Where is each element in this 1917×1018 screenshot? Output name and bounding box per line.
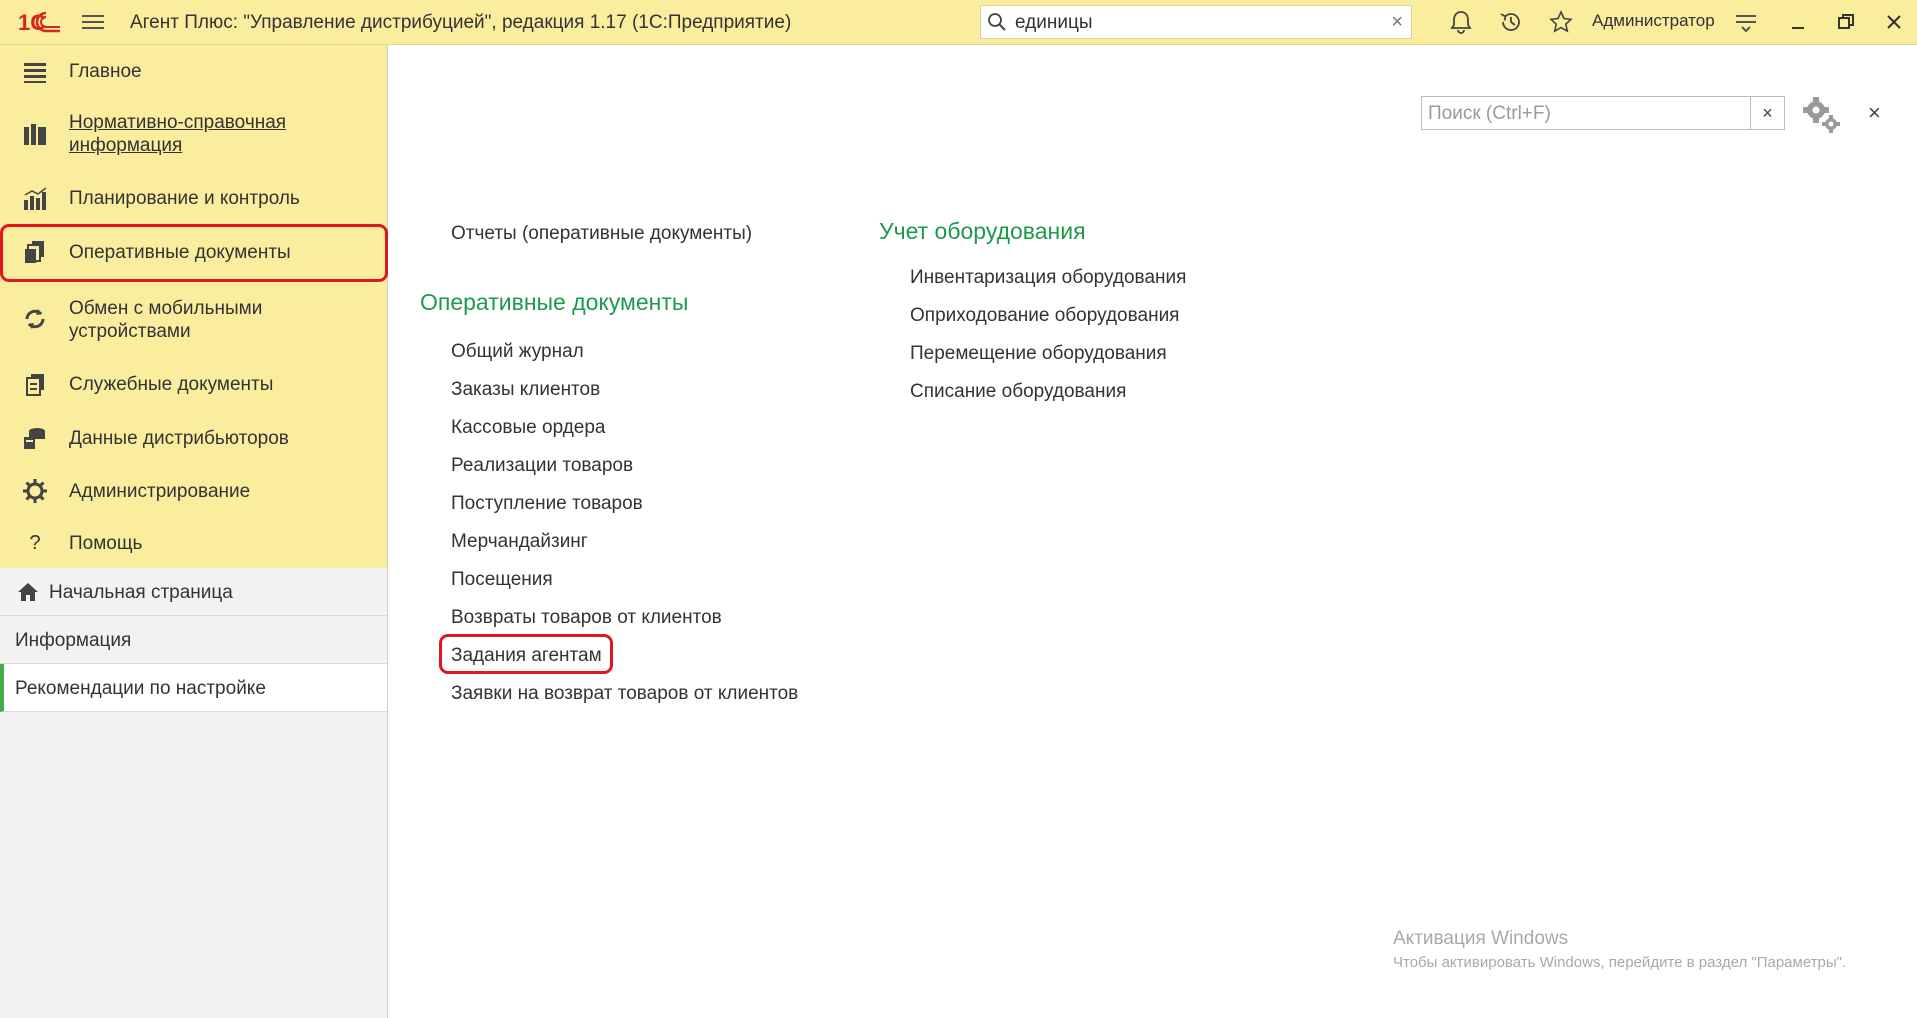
title-bar: 1С Агент Плюс: "Управление дистрибуцией"…	[0, 0, 1917, 45]
nav-label: Информация	[15, 630, 132, 651]
section-label: Главное	[69, 61, 142, 82]
group-equipment-title: Учет оборудования	[879, 218, 1086, 244]
cmd-visits[interactable]: Посещения	[451, 569, 553, 591]
section-label: Администрирование	[69, 481, 251, 502]
close-form-icon[interactable]: ×	[1868, 100, 1881, 126]
cmd-equipment-posting[interactable]: Оприходование оборудования	[910, 305, 1179, 327]
minimize-icon[interactable]	[1785, 9, 1811, 35]
cmd-return-requests[interactable]: Заявки на возврат товаров от клиентов	[451, 683, 798, 705]
search-field[interactable]	[1421, 96, 1751, 130]
history-icon[interactable]	[1498, 9, 1524, 35]
settings-menu-icon[interactable]	[1733, 9, 1759, 35]
bar-chart-icon	[24, 187, 47, 210]
nav-label: Рекомендации по настройке	[15, 678, 266, 699]
search-clear-button[interactable]: ×	[1751, 96, 1785, 130]
cmd-customer-orders[interactable]: Заказы клиентов	[451, 379, 600, 401]
section-administration[interactable]: Администрирование	[0, 465, 387, 518]
clear-search-icon[interactable]: ×	[1391, 11, 1403, 33]
sections-panel: Главное Нормативно-справочная информация…	[0, 45, 388, 568]
section-highlight-annotation	[0, 224, 388, 282]
windows-activation-subtitle: Чтобы активировать Windows, перейдите в …	[1393, 954, 1847, 971]
section-label: Обмен с мобильными устройствами	[69, 298, 263, 342]
home-icon	[18, 583, 38, 601]
section-mobile-exchange[interactable]: Обмен с мобильными устройствами	[0, 280, 387, 359]
section-main[interactable]: Главное	[0, 45, 387, 97]
list-icon	[24, 63, 46, 83]
distributor-icon	[24, 428, 45, 449]
help-icon: ?	[29, 532, 41, 554]
cmd-goods-receipt[interactable]: Поступление товаров	[451, 493, 643, 515]
sync-icon	[25, 309, 45, 329]
app-title: Агент Плюс: "Управление дистрибуцией", р…	[130, 12, 792, 33]
sidebar: Главное Нормативно-справочная информация…	[0, 45, 388, 1018]
books-icon	[24, 124, 46, 145]
section-label: Служебные документы	[69, 374, 274, 395]
user-name[interactable]: Администратор	[1592, 11, 1715, 31]
cmd-merchandising[interactable]: Мерчандайзинг	[451, 531, 588, 553]
1c-logo-icon[interactable]: 1С	[16, 9, 64, 35]
cmd-sales[interactable]: Реализации товаров	[451, 455, 633, 477]
section-label: Нормативно-справочная информация	[69, 112, 287, 156]
nav-label: Начальная страница	[49, 582, 233, 603]
cmd-equipment-inventory[interactable]: Инвентаризация оборудования	[910, 267, 1186, 289]
close-window-icon[interactable]	[1881, 9, 1907, 35]
section-help[interactable]: ? Помощь	[0, 518, 387, 568]
settings-gear-icon[interactable]	[1799, 95, 1841, 133]
reports-link[interactable]: Отчеты (оперативные документы)	[451, 223, 752, 245]
nav-recommendations[interactable]: Рекомендации по настройке	[0, 664, 387, 712]
cmd-equipment-transfer[interactable]: Перемещение оборудования	[910, 343, 1167, 365]
section-planning[interactable]: Планирование и контроль	[0, 173, 387, 225]
search-input[interactable]	[1426, 101, 1720, 127]
section-reference-info[interactable]: Нормативно-справочная информация	[0, 97, 387, 173]
main-menu-icon[interactable]	[82, 11, 104, 33]
global-search-input[interactable]	[1013, 10, 1377, 36]
cmd-equipment-writeoff[interactable]: Списание оборудования	[910, 381, 1126, 403]
bell-icon[interactable]	[1448, 9, 1474, 35]
service-docs-icon	[26, 374, 44, 396]
section-service-docs[interactable]: Служебные документы	[0, 359, 387, 412]
windows-activation-title: Активация Windows	[1393, 928, 1569, 949]
cmd-highlight-annotation	[439, 634, 613, 674]
section-label: Данные дистрибьюторов	[69, 428, 289, 449]
restore-icon[interactable]	[1833, 9, 1859, 35]
main-content: × × Отчеты (оперативные документы) Опера…	[388, 45, 1917, 1018]
group-operational-docs-title: Оперативные документы	[420, 289, 689, 315]
cmd-general-journal[interactable]: Общий журнал	[451, 341, 584, 363]
section-distributor-data[interactable]: Данные дистрибьюторов	[0, 412, 387, 465]
search-icon	[988, 13, 1006, 31]
section-label: Помощь	[69, 533, 143, 554]
global-search-field[interactable]: ×	[980, 5, 1412, 39]
nav-home-page[interactable]: Начальная страница	[0, 568, 387, 616]
nav-information[interactable]: Информация	[0, 616, 387, 664]
section-label: Планирование и контроль	[69, 188, 300, 209]
star-icon[interactable]	[1548, 9, 1574, 35]
cmd-customer-returns[interactable]: Возвраты товаров от клиентов	[451, 607, 722, 629]
cmd-cash-orders[interactable]: Кассовые ордера	[451, 417, 606, 439]
gear-icon	[23, 479, 47, 503]
